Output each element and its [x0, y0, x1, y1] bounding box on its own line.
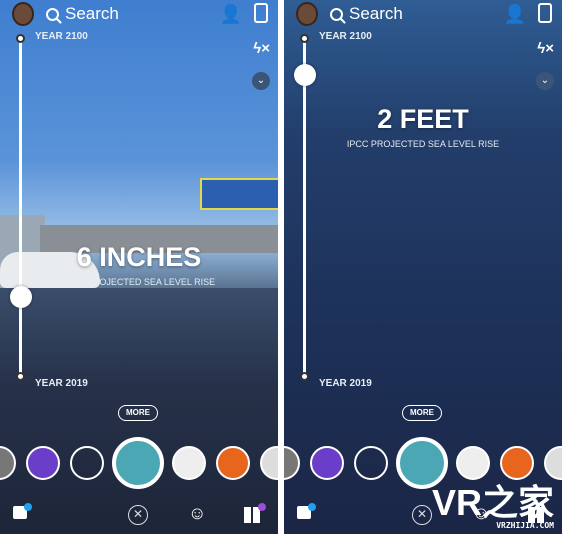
lens-explorer-icon[interactable]: ☺	[188, 503, 206, 524]
add-friend-icon[interactable]: 👤	[220, 4, 242, 25]
search-button[interactable]: Search	[330, 4, 403, 24]
lens-item[interactable]	[172, 446, 206, 480]
year-slider-handle[interactable]	[10, 286, 32, 308]
flip-camera-icon[interactable]	[538, 3, 552, 23]
slider-bottom-dot	[300, 372, 309, 381]
chat-badge	[308, 503, 316, 511]
flash-off-icon[interactable]: ϟ×	[537, 40, 554, 57]
sea-level-subtitle: IPCC PROJECTED SEA LEVEL RISE	[346, 139, 500, 149]
snap-camera-panel-left: Search 👤 ϟ× ⌄ YEAR 2100 YEAR 2019 6 INCH…	[0, 0, 278, 534]
close-lens-icon[interactable]: ✕	[412, 505, 432, 525]
search-icon	[46, 7, 59, 21]
slider-top-dot	[300, 34, 309, 43]
stories-icon[interactable]	[244, 507, 260, 523]
lens-item[interactable]	[284, 446, 300, 480]
year-bottom-label: YEAR 2019	[35, 378, 88, 389]
slider-bottom-dot	[16, 372, 25, 381]
sea-level-subtitle: IPCC PROJECTED SEA LEVEL RISE	[62, 277, 216, 287]
lens-item[interactable]	[354, 446, 388, 480]
slider-top-dot	[16, 34, 25, 43]
watermark-logo: VR之家 VRZHIJIA.COM	[431, 482, 554, 531]
year-top-label: YEAR 2100	[35, 31, 88, 42]
more-button[interactable]: MORE	[118, 405, 158, 421]
lens-item[interactable]	[70, 446, 104, 480]
sea-level-headline: 2 FEET	[377, 104, 469, 134]
add-friend-icon[interactable]: 👤	[504, 4, 526, 25]
flip-camera-icon[interactable]	[254, 3, 268, 23]
chevron-down-icon[interactable]: ⌄	[252, 72, 270, 90]
selected-lens-sea-level[interactable]	[112, 437, 164, 489]
bitmoji-avatar[interactable]	[296, 2, 318, 26]
chevron-down-icon[interactable]: ⌄	[536, 72, 554, 90]
year-top-label: YEAR 2100	[319, 31, 372, 42]
snap-camera-panel-right: Search 👤 ϟ× ⌄ YEAR 2100 YEAR 2019 2 FEET…	[284, 0, 562, 534]
lens-item[interactable]	[500, 446, 534, 480]
year-slider-handle[interactable]	[294, 64, 316, 86]
sea-level-headline: 6 INCHES	[76, 242, 202, 272]
search-icon	[330, 7, 343, 21]
lens-item[interactable]	[310, 446, 344, 480]
bitmoji-avatar[interactable]	[12, 2, 34, 26]
top-bar: Search 👤	[284, 0, 562, 30]
year-slider-track[interactable]	[303, 38, 306, 376]
lens-item[interactable]	[456, 446, 490, 480]
lens-item[interactable]	[216, 446, 250, 480]
top-bar: Search 👤	[0, 0, 278, 30]
stories-badge	[258, 503, 266, 511]
flash-off-icon[interactable]: ϟ×	[253, 40, 270, 57]
close-lens-icon[interactable]: ✕	[128, 505, 148, 525]
lens-item[interactable]	[544, 446, 562, 480]
chat-badge	[24, 503, 32, 511]
search-button[interactable]: Search	[46, 4, 119, 24]
year-bottom-label: YEAR 2019	[319, 378, 372, 389]
year-slider-track[interactable]	[19, 38, 22, 376]
more-button[interactable]: MORE	[402, 405, 442, 421]
lens-item[interactable]	[26, 446, 60, 480]
